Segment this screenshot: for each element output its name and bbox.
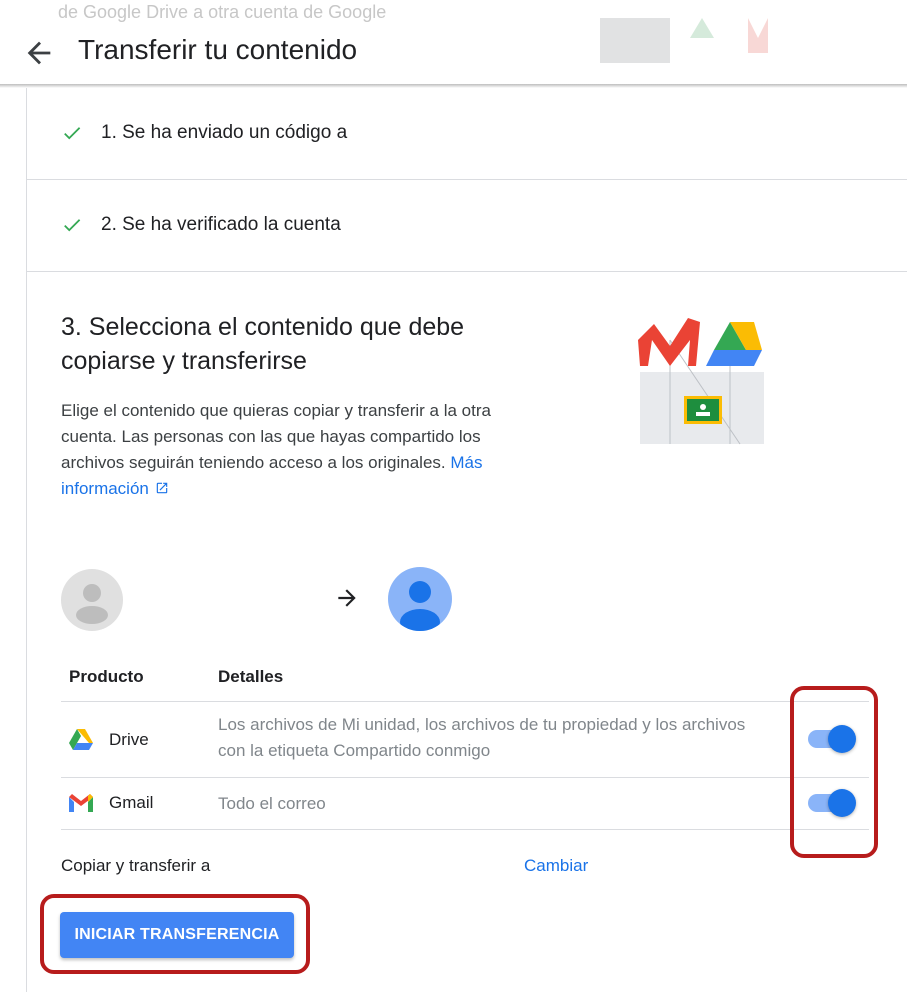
check-icon (64, 127, 81, 140)
arrow-back-icon (27, 41, 51, 65)
open-in-new-icon (156, 482, 168, 494)
table-row-gmail: Gmail Todo el correo (61, 778, 869, 830)
google-drive-icon (69, 729, 93, 750)
product-details-gmail: Todo el correo (218, 794, 326, 813)
gmail-icon (69, 794, 93, 812)
step-2-row: 2. Se ha verificado la cuenta (27, 180, 907, 272)
table-header: Producto Detalles (61, 664, 869, 702)
source-account-avatar (61, 569, 123, 631)
change-link[interactable]: Cambiar (524, 856, 588, 876)
highlight-start-button (40, 894, 310, 974)
step-3-title: 3. Selecciona el contenido que debe copi… (61, 313, 465, 375)
product-name-gmail: Gmail (109, 793, 154, 812)
page-title: Transferir tu contenido (78, 34, 358, 65)
person-icon (400, 581, 440, 631)
back-button[interactable] (22, 36, 56, 70)
column-details: Detalles (218, 667, 284, 686)
app-header: Transferir tu contenido (0, 20, 907, 84)
arrow-right-icon (338, 589, 356, 607)
product-name-drive: Drive (109, 730, 149, 749)
column-product: Producto (69, 667, 144, 686)
step-2-label: 2. Se ha verificado la cuenta (101, 214, 341, 235)
highlight-toggles (790, 686, 878, 858)
product-details-drive: Los archivos de Mi unidad, los archivos … (218, 715, 746, 760)
description-text: Elige el contenido que quieras copiar y … (61, 401, 491, 472)
step-3-description: Elige el contenido que quieras copiar y … (61, 398, 511, 502)
transfer-illustration (638, 318, 764, 445)
table-row-drive: Drive Los archivos de Mi unidad, los arc… (61, 702, 869, 778)
destination-account-avatar (388, 567, 452, 631)
check-icon (64, 219, 81, 232)
person-icon (76, 584, 108, 624)
step-1-row: 1. Se ha enviado un código a (27, 88, 907, 180)
step-1-label: 1. Se ha enviado un código a (101, 122, 348, 143)
copy-to-label: Copiar y transferir a (61, 856, 211, 875)
